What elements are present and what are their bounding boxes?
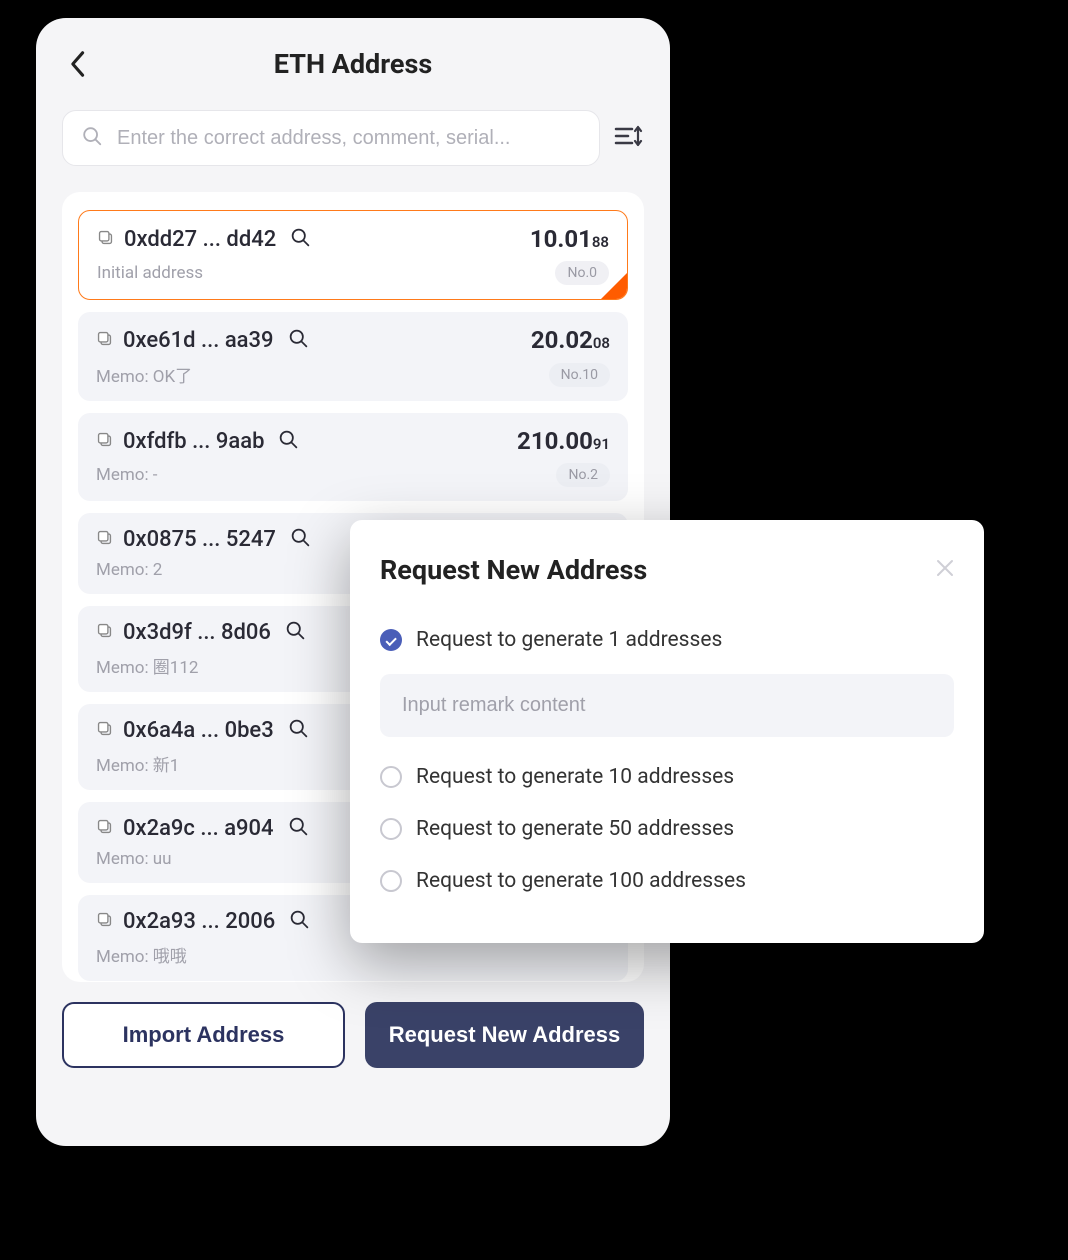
index-badge: No.0 <box>555 261 609 285</box>
magnify-icon[interactable] <box>290 527 311 552</box>
address-text: 0x0875 ... 5247 <box>123 527 276 552</box>
address-text: 0x3d9f ... 8d06 <box>123 620 271 645</box>
address-row: 0xfdfb ... 9aab 210.0091 <box>96 427 610 455</box>
copy-icon[interactable] <box>96 818 113 839</box>
index-badge: No.10 <box>549 363 610 387</box>
balance: 20.0208 <box>531 326 610 354</box>
memo-text: Initial address <box>97 263 203 283</box>
address-text: 0xfdfb ... 9aab <box>123 429 264 454</box>
radio-checked-icon[interactable] <box>380 629 402 651</box>
magnify-icon[interactable] <box>290 227 311 252</box>
modal-header: Request New Address <box>380 554 954 586</box>
header: ETH Address <box>62 48 644 80</box>
address-item[interactable]: 0xdd27 ... dd42 10.0188 Initial address No.… <box>78 210 628 300</box>
radio-label: Request to generate 100 addresses <box>416 869 746 893</box>
address-text: 0xdd27 ... dd42 <box>124 227 276 252</box>
search-box[interactable] <box>62 110 600 166</box>
request-address-modal: Request New Address Request to generate … <box>350 520 984 943</box>
address-text: 0x6a4a ... 0be3 <box>123 718 274 743</box>
address-item[interactable]: 0xe61d ... aa39 20.0208 Memo: OK了 No.10 <box>78 312 628 401</box>
radio-label: Request to generate 10 addresses <box>416 765 734 789</box>
address-text: 0x2a9c ... a904 <box>123 816 274 841</box>
address-subrow: Initial address No.0 <box>97 261 609 285</box>
sort-icon[interactable] <box>614 123 644 153</box>
remark-input[interactable] <box>380 674 954 737</box>
balance: 210.0091 <box>517 427 610 455</box>
magnify-icon[interactable] <box>285 620 306 645</box>
radio-option[interactable]: Request to generate 10 addresses <box>380 751 954 803</box>
balance: 10.0188 <box>530 225 609 253</box>
address-text: 0x2a93 ... 2006 <box>123 909 275 934</box>
index-badge: No.2 <box>556 463 610 487</box>
request-new-address-button[interactable]: Request New Address <box>365 1002 644 1068</box>
memo-text: Memo: OK了 <box>96 362 192 387</box>
memo-text: Memo: 新1 <box>96 751 179 776</box>
address-row: 0xdd27 ... dd42 10.0188 <box>97 225 609 253</box>
memo-text: Memo: uu <box>96 849 172 869</box>
magnify-icon[interactable] <box>289 909 310 934</box>
close-icon[interactable] <box>936 558 954 583</box>
address-item[interactable]: 0xfdfb ... 9aab 210.0091 Memo: - No.2 <box>78 413 628 501</box>
address-subrow: Memo: OK了 No.10 <box>96 362 610 387</box>
copy-icon[interactable] <box>96 529 113 550</box>
search-icon <box>81 125 103 151</box>
radio-option[interactable]: Request to generate 50 addresses <box>380 803 954 855</box>
import-address-button[interactable]: Import Address <box>62 1002 345 1068</box>
copy-icon[interactable] <box>96 720 113 741</box>
radio-unchecked-icon[interactable] <box>380 818 402 840</box>
copy-icon[interactable] <box>96 431 113 452</box>
address-subrow: Memo: - No.2 <box>96 463 610 487</box>
copy-icon[interactable] <box>96 622 113 643</box>
memo-text: Memo: 2 <box>96 560 162 580</box>
bottom-buttons: Import Address Request New Address <box>62 1002 644 1068</box>
memo-text: Memo: 圈112 <box>96 653 198 678</box>
radio-option[interactable]: Request to generate 100 addresses <box>380 855 954 907</box>
radio-label: Request to generate 1 addresses <box>416 628 722 652</box>
magnify-icon[interactable] <box>278 429 299 454</box>
modal-title: Request New Address <box>380 554 647 586</box>
radio-option[interactable]: Request to generate 1 addresses <box>380 614 954 666</box>
magnify-icon[interactable] <box>288 328 309 353</box>
copy-icon[interactable] <box>96 330 113 351</box>
copy-icon[interactable] <box>97 229 114 250</box>
magnify-icon[interactable] <box>288 816 309 841</box>
address-row: 0xe61d ... aa39 20.0208 <box>96 326 610 354</box>
radio-unchecked-icon[interactable] <box>380 766 402 788</box>
radio-label: Request to generate 50 addresses <box>416 817 734 841</box>
memo-text: Memo: - <box>96 465 158 485</box>
memo-text: Memo: 哦哦 <box>96 942 187 967</box>
page-title: ETH Address <box>62 48 644 80</box>
copy-icon[interactable] <box>96 911 113 932</box>
search-row <box>62 110 644 166</box>
radio-unchecked-icon[interactable] <box>380 870 402 892</box>
search-input[interactable] <box>117 127 581 150</box>
magnify-icon[interactable] <box>288 718 309 743</box>
address-text: 0xe61d ... aa39 <box>123 328 274 353</box>
address-subrow: Memo: 哦哦 <box>96 942 610 967</box>
